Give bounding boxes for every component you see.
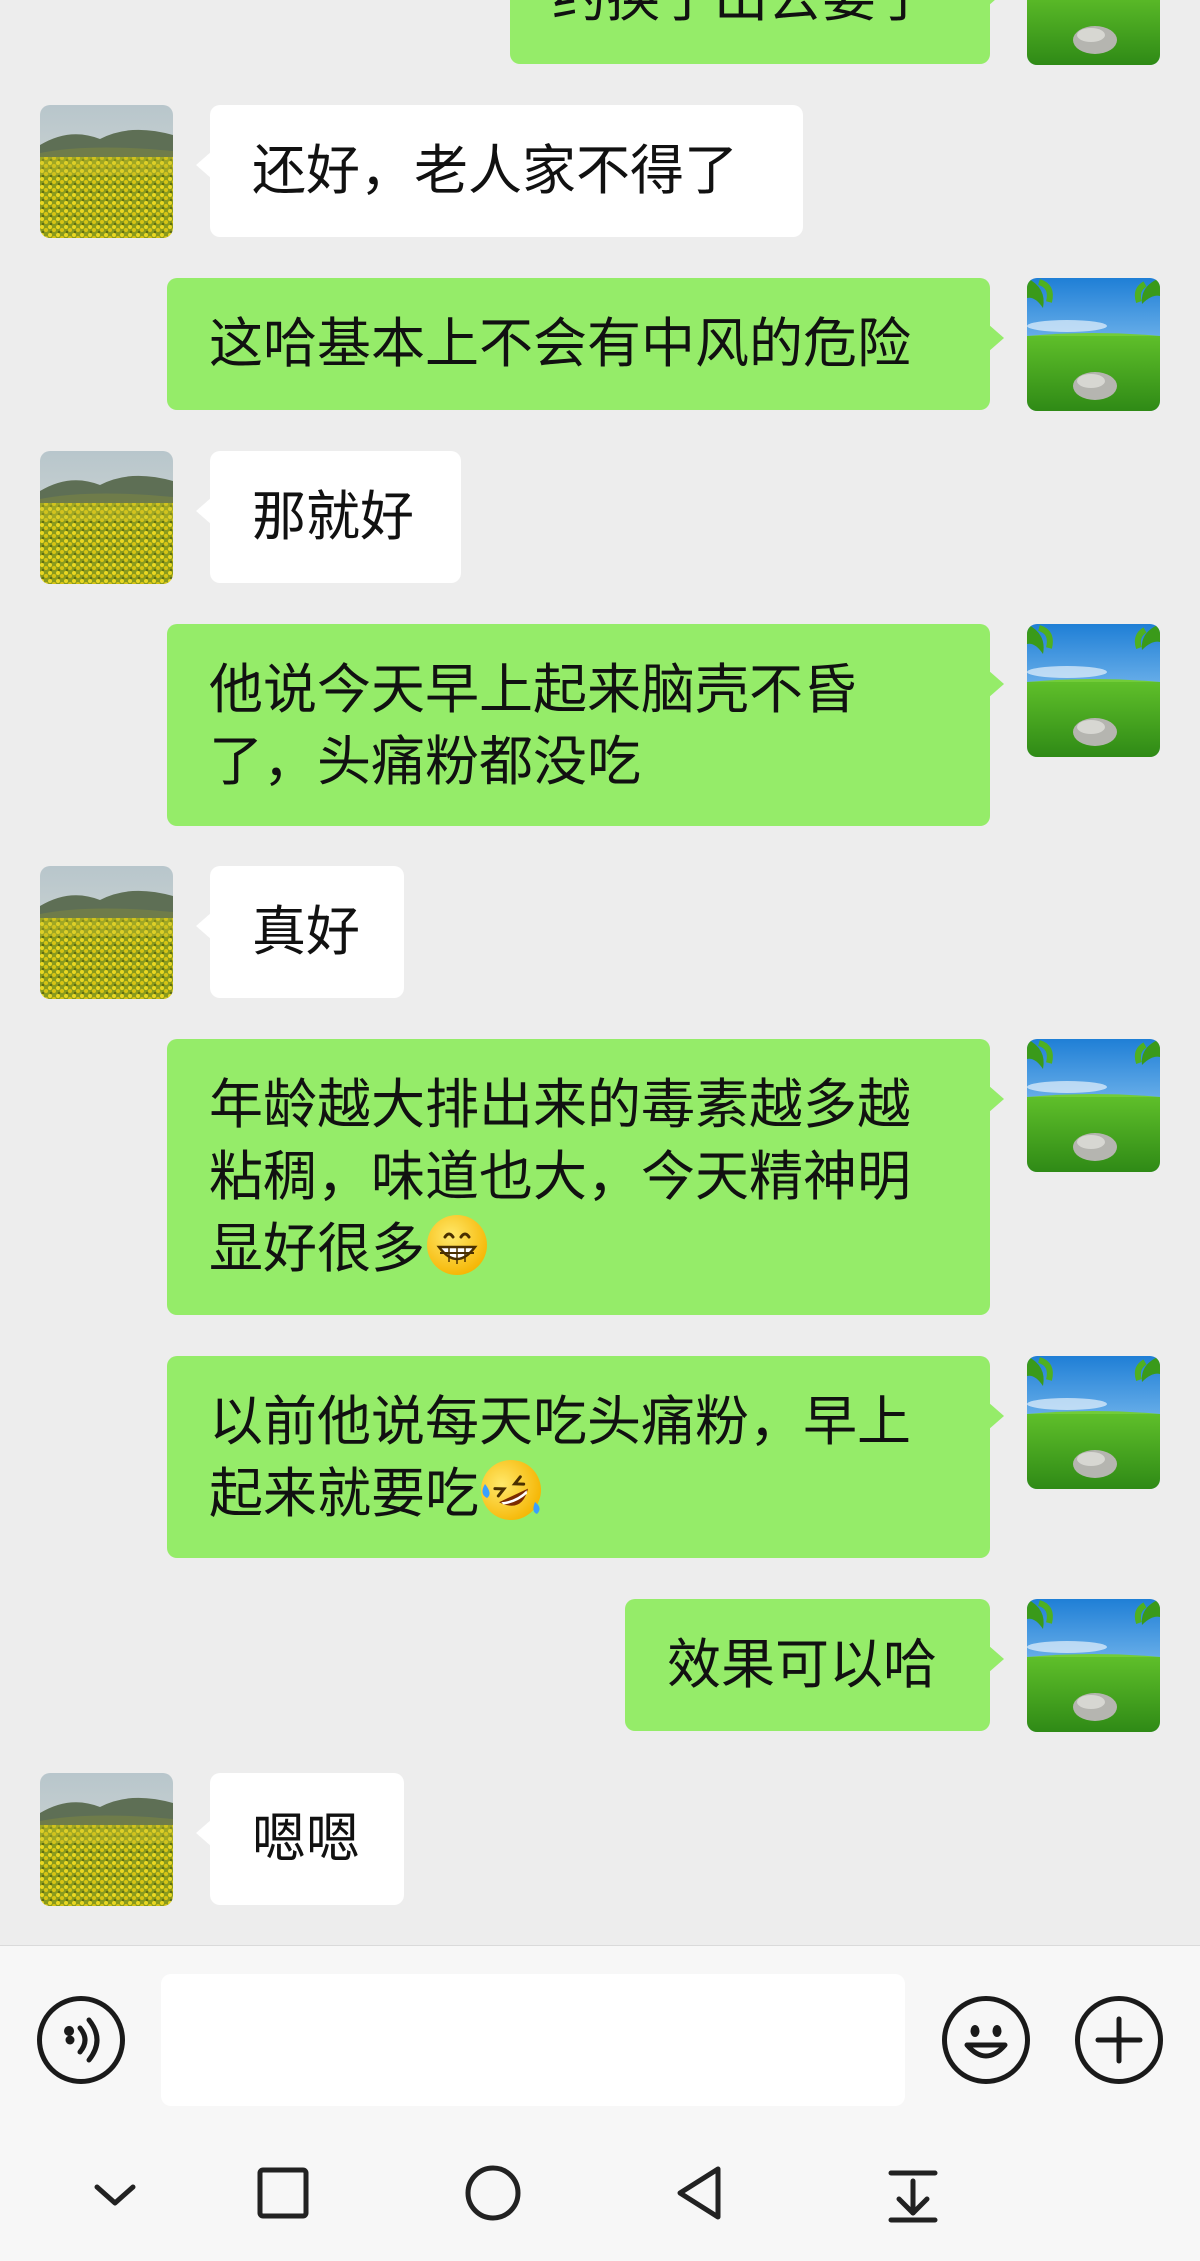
message-bubble-other[interactable]: 还好，老人家不得了	[196, 105, 803, 237]
notification-pull-button[interactable]	[873, 2155, 953, 2235]
chat-area: 约换了出去耍了 还好，老人家不得了 这哈基本上不会有中风的危险 那就好	[0, 0, 1200, 1945]
self-avatar[interactable]	[1027, 1599, 1160, 1732]
message-bubble-self[interactable]: 年龄越大排出来的毒素越多越粘稠，味道也大，今天精神明显好很多	[167, 1039, 1004, 1315]
hide-nav-button[interactable]	[75, 2155, 155, 2235]
message-text: 约换了出去耍了	[552, 0, 930, 29]
recents-button[interactable]	[244, 2155, 324, 2235]
square-icon	[257, 2167, 309, 2219]
message-bubble-other[interactable]: 那就好	[196, 451, 461, 583]
back-button[interactable]	[662, 2155, 742, 2235]
message-text: 真好	[252, 900, 360, 963]
message-text: 他说今天早上起来脑壳不昏了，头痛粉都没吃	[209, 658, 857, 793]
contact-avatar[interactable]	[40, 866, 173, 999]
message-bubble-self[interactable]: 这哈基本上不会有中风的危险	[167, 278, 1004, 410]
self-avatar[interactable]	[1027, 1039, 1160, 1172]
message-text: 以前他说每天吃头痛粉，早上起来就要吃	[209, 1390, 911, 1525]
pull-down-icon	[888, 2170, 938, 2223]
contact-avatar[interactable]	[40, 451, 173, 584]
back-triangle-icon	[677, 2166, 721, 2220]
more-button[interactable]	[1075, 1996, 1163, 2084]
message-bubble-other[interactable]: 嗯嗯	[196, 1773, 404, 1905]
contact-avatar[interactable]	[40, 105, 173, 238]
message-bubble-self[interactable]: 效果可以哈	[625, 1599, 1004, 1731]
contact-avatar[interactable]	[40, 1773, 173, 1906]
system-nav-bar	[0, 2120, 1200, 2261]
message-input[interactable]	[161, 1974, 905, 2106]
rolling-laughing-face-emoji	[479, 1458, 543, 1522]
message-text: 效果可以哈	[667, 1633, 937, 1696]
message-bubble-other[interactable]: 真好	[196, 866, 404, 998]
voice-icon	[64, 2017, 100, 2063]
self-avatar[interactable]	[1027, 1356, 1160, 1489]
message-text: 这哈基本上不会有中风的危险	[209, 312, 911, 375]
message-text: 年龄越大排出来的毒素越多越粘稠，味道也大，今天精神明显好很多	[209, 1073, 911, 1280]
message-text: 嗯嗯	[252, 1807, 360, 1870]
input-bar	[0, 1945, 1200, 2121]
self-avatar[interactable]	[1027, 0, 1160, 65]
self-avatar[interactable]	[1027, 624, 1160, 757]
message-bubble-self[interactable]: 以前他说每天吃头痛粉，早上起来就要吃	[167, 1356, 1004, 1558]
message-text: 还好，老人家不得了	[252, 139, 738, 202]
self-avatar[interactable]	[1027, 278, 1160, 411]
voice-button[interactable]	[37, 1996, 125, 2084]
message-text: 那就好	[252, 485, 414, 548]
emoji-icon	[964, 2025, 1008, 2059]
message-bubble-self[interactable]: 约换了出去耍了	[510, 0, 1004, 64]
message-bubble-self[interactable]: 他说今天早上起来脑壳不昏了，头痛粉都没吃	[167, 624, 1004, 826]
grinning-face-emoji	[425, 1213, 489, 1277]
plus-icon	[1095, 2016, 1143, 2064]
chevron-down-icon	[94, 2184, 136, 2206]
home-button[interactable]	[453, 2155, 533, 2235]
emoji-button[interactable]	[942, 1996, 1030, 2084]
circle-icon	[465, 2165, 521, 2221]
